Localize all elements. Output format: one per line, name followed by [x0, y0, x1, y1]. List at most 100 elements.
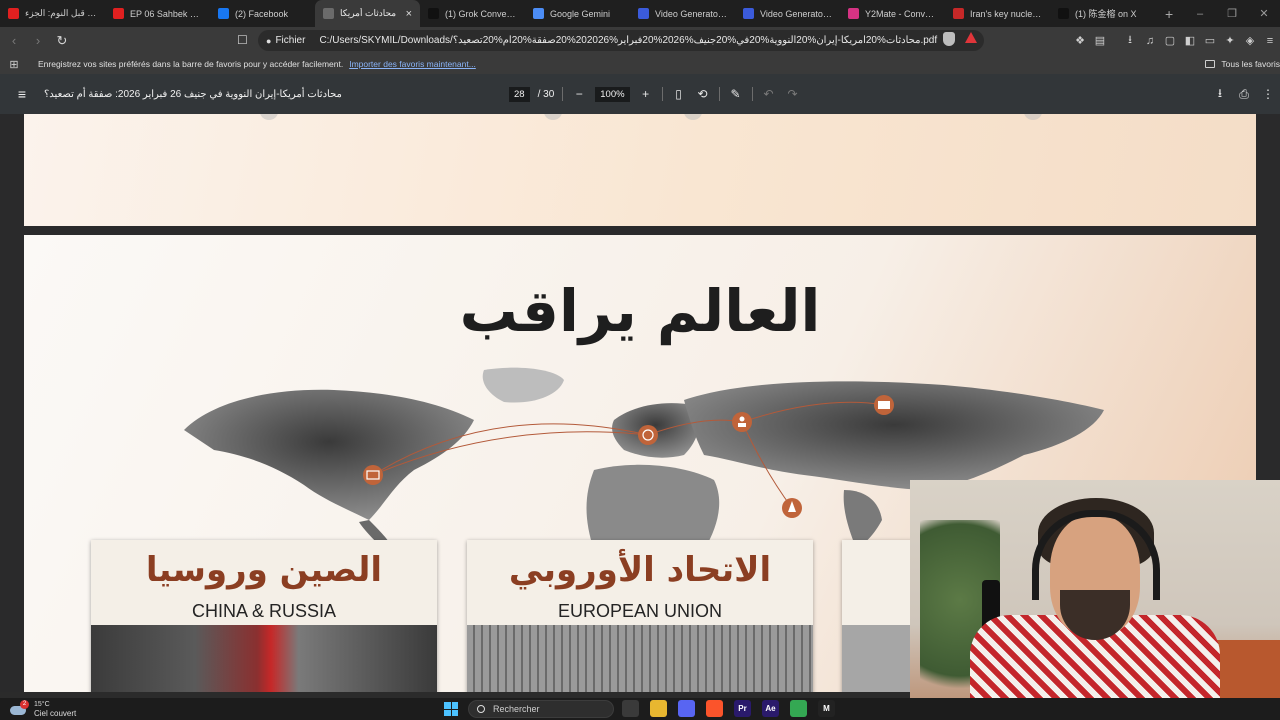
screenshot-icon[interactable]: ▢ [1160, 34, 1180, 47]
pdf-right-actions: ⭳ ⎙ ⋮ [1208, 74, 1280, 114]
tab-label: Y2Mate - Converti [865, 8, 937, 19]
back-icon[interactable]: ‹ [4, 33, 24, 48]
leo-ai-icon[interactable]: ✦ [1220, 34, 1240, 47]
chrome-icon[interactable] [790, 700, 807, 717]
page-number-input[interactable]: 28 [509, 86, 530, 102]
app-m-icon[interactable]: M [818, 700, 835, 717]
weather-widget[interactable]: 2 15°C Ciel couvert [10, 698, 76, 720]
close-window-button[interactable]: ✕ [1248, 7, 1280, 20]
url-field[interactable]: ● Fichier C:/Users/SKYMIL/Downloads/محاد… [258, 30, 984, 51]
windows-start-icon[interactable] [444, 702, 458, 716]
browser-tab[interactable]: (2) Facebook [210, 0, 315, 27]
bookmarks-bar-message: Enregistrez vos sites préférés dans la b… [38, 59, 344, 69]
zoom-level-input[interactable]: 100% [595, 86, 630, 102]
tab-list: قصة قبل النوم: الجزء EP 06 Sahbek Rajel (2… [0, 0, 1155, 27]
browser-tab[interactable]: Y2Mate - Converti [840, 0, 945, 27]
more-options-icon[interactable]: ⋮ [1256, 87, 1280, 101]
maximize-button[interactable]: ❐ [1216, 7, 1248, 20]
tab-label: EP 06 Sahbek Rajel [130, 8, 202, 19]
browser-tab[interactable]: Video Generator | F [735, 0, 840, 27]
browser-tab[interactable]: EP 06 Sahbek Rajel [105, 0, 210, 27]
greenland-landmass [482, 367, 564, 403]
reload-icon[interactable]: ↻ [52, 33, 72, 49]
x-icon [428, 8, 439, 19]
browser-tab[interactable]: محادثات أمريكا × [315, 0, 420, 27]
menu-icon[interactable]: ≡ [1260, 35, 1280, 47]
page-fragment [1024, 114, 1042, 120]
tab-label: محادثات أمريكا [340, 8, 397, 18]
brave-rewards-icon[interactable] [965, 32, 977, 43]
page-fragment [260, 114, 278, 120]
brave-shield-icon[interactable] [943, 32, 955, 46]
notification-badge: 2 [20, 700, 29, 709]
pdf-controls: 28 / 30 − 100% + ▯ ⟲ ✎ ↶ ↷ [509, 84, 801, 104]
zoom-out-button[interactable]: − [571, 87, 587, 101]
card-title-arabic: الاتحاد الأوروبي [508, 550, 772, 590]
after-effects-icon[interactable]: Ae [762, 700, 779, 717]
china-russia-photo [91, 625, 437, 692]
browser-tab[interactable]: Iran's key nuclear si [945, 0, 1050, 27]
browser-tab[interactable]: (1) Grok Conversati [420, 0, 525, 27]
print-icon[interactable]: ⎙ [1232, 87, 1256, 102]
slide-heading: العالم يراقب [459, 277, 821, 345]
asia-landmass [684, 381, 1104, 490]
all-favorites-label: Tous les favoris [1221, 59, 1280, 69]
close-tab-icon[interactable]: × [406, 8, 412, 20]
globe-marker-icon [638, 425, 658, 445]
all-favorites-button[interactable]: Tous les favoris [1205, 59, 1280, 69]
pdf-menu-icon[interactable]: ≡ [0, 86, 44, 102]
pdf-download-icon[interactable]: ⭳ [1208, 84, 1232, 105]
bookmark-icon[interactable]: ☐ [237, 33, 248, 47]
toolbar-divider [751, 87, 753, 101]
reader-mode-icon[interactable]: ▤ [1090, 34, 1110, 47]
rotate-icon[interactable]: ⟲ [695, 87, 711, 101]
page-fragment [684, 114, 702, 120]
wallet-icon[interactable]: ▭ [1200, 34, 1220, 47]
tab-label: Video Generator | F [655, 8, 727, 19]
taskbar-search-input[interactable]: Rechercher [468, 700, 614, 718]
brave-icon[interactable] [706, 700, 723, 717]
tab-label: (2) Facebook [235, 8, 289, 19]
import-bookmarks-link[interactable]: Importer des favoris maintenant... [349, 59, 476, 69]
browser-toolbar-icons: ❖ ▤ ⭳ ♫ ▢ ◧ ▭ ✦ ◈ ≡ [1070, 27, 1280, 54]
browser-tab[interactable]: Google Gemini [525, 0, 630, 27]
new-tab-button[interactable]: + [1155, 6, 1183, 22]
previous-page [24, 114, 1256, 226]
vpn-icon[interactable]: ◈ [1240, 34, 1260, 47]
redo-icon[interactable]: ↷ [785, 87, 801, 101]
annotate-icon[interactable]: ✎ [728, 87, 744, 101]
premiere-icon[interactable]: Pr [734, 700, 751, 717]
url-text[interactable]: C:/Users/SKYMIL/Downloads/محادثات%20أمري… [319, 35, 976, 46]
tab-label: قصة قبل النوم: الجزء [25, 8, 97, 18]
apps-grid-icon[interactable]: ⊞ [0, 58, 28, 71]
media-icon[interactable]: ♫ [1140, 35, 1160, 47]
browser-tab[interactable]: قصة قبل النوم: الجزء [0, 0, 105, 27]
folder-icon[interactable] [650, 700, 667, 717]
y2mate-icon [848, 8, 859, 19]
site-info-icon[interactable]: ● [266, 36, 271, 46]
browser-tab[interactable]: Video Generator | F [630, 0, 735, 27]
bookmarks-bar: ⊞ Enregistrez vos sites préférés dans la… [0, 54, 1280, 74]
eu-building-photo [467, 625, 813, 692]
browser-tab[interactable]: (1) 陈金榕 on X [1050, 0, 1155, 27]
download-icon[interactable]: ⭳ [1120, 31, 1140, 50]
weather-text: 15°C Ciel couvert [34, 700, 76, 718]
card-european-union: الاتحاد الأوروبي EUROPEAN UNION [467, 540, 813, 692]
forward-icon[interactable]: › [28, 33, 48, 48]
extensions-icon[interactable]: ❖ [1070, 34, 1090, 47]
minimize-button[interactable]: – [1184, 8, 1216, 20]
discord-icon[interactable] [678, 700, 695, 717]
file-explorer-icon[interactable] [622, 700, 639, 717]
sidebar-icon[interactable]: ◧ [1180, 34, 1200, 47]
card-title-arabic: الصين وروسيا [145, 550, 383, 590]
card-title-english: EUROPEAN UNION [557, 601, 723, 621]
zoom-in-button[interactable]: + [638, 87, 654, 101]
folder-icon [1205, 60, 1216, 68]
pdf-icon [323, 8, 334, 19]
weather-condition: Ciel couvert [34, 709, 77, 718]
undo-icon[interactable]: ↶ [761, 87, 777, 101]
tab-label: (1) 陈金榕 on X [1075, 9, 1137, 19]
search-icon [477, 705, 485, 713]
fit-page-icon[interactable]: ▯ [671, 87, 687, 101]
card-title-english: CHINA & RUSSIA [191, 601, 337, 621]
